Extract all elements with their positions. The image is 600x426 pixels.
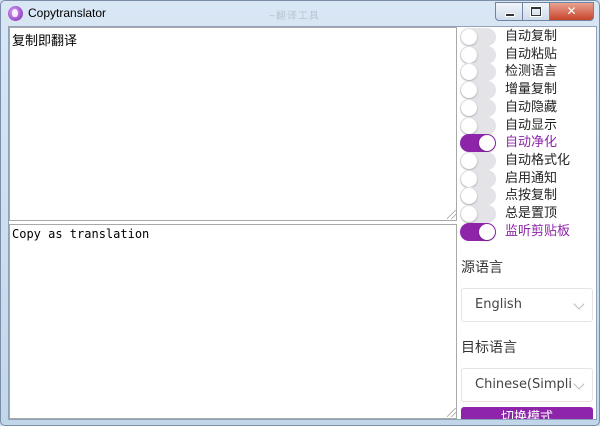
source-language-select[interactable]: English [461, 288, 593, 322]
toggle-label: 自动隐藏 [505, 99, 558, 115]
toggle-row[interactable]: 点按复制 [460, 187, 595, 206]
toggle-knob [461, 46, 477, 63]
toggle-label: 监听剪贴板 [505, 223, 571, 239]
switch-mode-button[interactable]: 切换模式 [461, 407, 593, 419]
faded-caption: ~翻译工具 [269, 11, 320, 22]
toggle-knob [461, 64, 477, 81]
source-resize-grip[interactable] [447, 210, 456, 219]
toggle-label: 自动复制 [505, 29, 558, 44]
maximize-button[interactable] [522, 2, 549, 21]
app-logo-icon [8, 6, 23, 21]
settings-panel: 自动复制自动粘贴检测语言增量复制 自动隐藏自动显示自动净化 自动格式化启用通知点按复… [459, 27, 596, 419]
toggle-row[interactable]: 自动粘贴 [460, 45, 595, 64]
toggle-label: 点按复制 [505, 188, 558, 204]
toggle-knob [461, 152, 477, 169]
toggle-switch[interactable] [460, 45, 496, 64]
toggle-switch[interactable] [460, 187, 496, 206]
toggle-knob [461, 117, 477, 134]
toggle-row[interactable]: 总是置顶 [460, 205, 595, 223]
close-button[interactable]: ✕ [549, 2, 594, 21]
chevron-down-icon [573, 378, 585, 390]
source-text-area[interactable]: 复制即翻译 [9, 27, 457, 221]
toggle-switch[interactable] [460, 81, 496, 100]
target-text-area[interactable]: Copy as translation [9, 224, 457, 419]
toggle-row[interactable]: 启用通知 [460, 169, 595, 188]
toggle-knob [461, 82, 477, 99]
toggle-row[interactable]: 监听剪贴板 [460, 222, 595, 241]
toggle-label: 启用通知 [505, 170, 558, 186]
window-title: Copytranslator [28, 6, 107, 20]
toggle-label: 总是置顶 [505, 206, 558, 221]
toggle-knob [479, 223, 495, 240]
minimize-button[interactable] [495, 2, 522, 21]
target-language-select[interactable]: Chinese(Simplified) [461, 368, 593, 402]
toggle-switch[interactable] [460, 116, 496, 135]
close-icon: ✕ [566, 4, 577, 18]
toggle-row[interactable]: 自动隐藏 [460, 98, 595, 117]
toggle-row[interactable]: 增量复制 [460, 81, 595, 100]
toggle-label: 自动粘贴 [505, 46, 558, 62]
toggle-switch[interactable] [460, 28, 496, 46]
toggle-row[interactable]: 自动复制 [460, 28, 595, 46]
toggle-switch[interactable] [460, 222, 496, 241]
toggle-switch[interactable] [460, 98, 496, 117]
toggle-switch[interactable] [460, 151, 496, 170]
toggle-switch[interactable] [460, 63, 496, 82]
toggle-label: 增量复制 [505, 82, 558, 98]
chevron-down-icon [573, 298, 585, 310]
source-language-value: English [475, 297, 522, 312]
client-area: 复制即翻译 Copy as translation 自动复制自动粘贴检测语言增量… [8, 26, 597, 420]
toggle-row[interactable]: 自动显示 [460, 116, 595, 135]
source-language-label: 源语言 [461, 260, 503, 276]
app-window: Copytranslator ~翻译工具 ✕ 复制即翻译 Copy as tra… [0, 0, 600, 426]
window-controls: ✕ [495, 2, 594, 21]
toggle-knob [461, 99, 477, 116]
target-resize-grip[interactable] [447, 408, 456, 417]
toggle-row[interactable]: 检测语言 [460, 63, 595, 82]
toggle-label: 自动净化 [505, 135, 558, 151]
toggle-row[interactable]: 自动净化 [460, 134, 595, 153]
toggle-row[interactable]: 自动格式化 [460, 151, 595, 170]
toggle-knob [461, 188, 477, 205]
toggle-label: 自动格式化 [505, 152, 571, 168]
toggle-switch[interactable] [460, 134, 496, 153]
title-bar[interactable]: Copytranslator ~翻译工具 ✕ [1, 1, 599, 26]
toggle-knob [461, 170, 477, 187]
toggle-label: 自动显示 [505, 117, 558, 133]
toggle-switch[interactable] [460, 205, 496, 223]
toggle-knob [461, 206, 477, 222]
target-language-value: Chinese(Simplified) [475, 377, 571, 392]
toggle-knob [479, 135, 495, 152]
toggle-knob [461, 29, 477, 45]
toggle-label: 检测语言 [505, 64, 558, 80]
target-language-label: 目标语言 [461, 340, 517, 356]
toggle-switch[interactable] [460, 169, 496, 188]
